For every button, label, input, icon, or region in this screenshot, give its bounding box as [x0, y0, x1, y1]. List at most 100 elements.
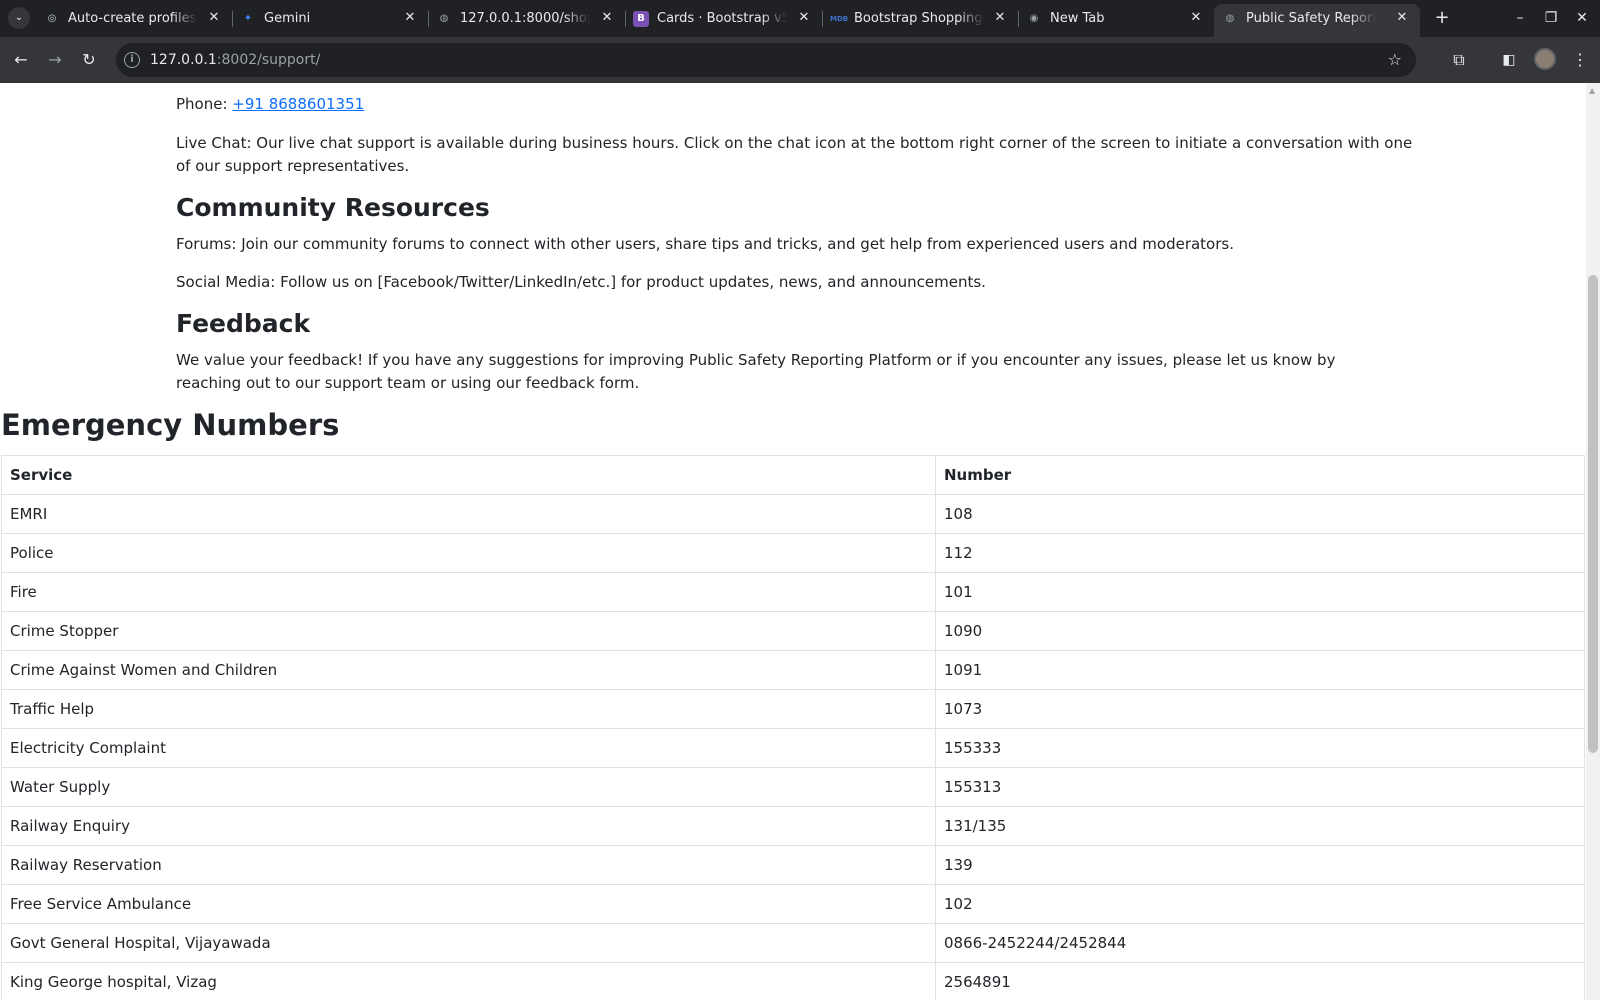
- table-row: Water Supply 155313: [1, 767, 1585, 807]
- tab-3[interactable]: B Cards · Bootstrap v5 ✕: [625, 0, 823, 37]
- number-cell: 1091: [935, 650, 1585, 690]
- service-cell: EMRI: [1, 494, 936, 534]
- tab-title: Cards · Bootstrap v5: [657, 11, 787, 26]
- tab-favicon: ◍: [439, 13, 449, 24]
- table-row: Govt General Hospital, Vijayawada 0866-24…: [1, 923, 1585, 963]
- community-heading: Community Resources: [176, 193, 490, 222]
- tab-favicon: ◎: [47, 13, 57, 24]
- tab-search-icon[interactable]: ⌄: [8, 7, 30, 29]
- table-row: Railway Enquiry 131/135: [1, 806, 1585, 846]
- feedback-heading: Feedback: [176, 309, 311, 338]
- table-row: EMRI 108: [1, 494, 1585, 534]
- table-body: EMRI 108 Police 112 Fire 101 Crime Stopper 1090…: [1, 494, 1585, 1000]
- tab-title: Public Safety Report: [1246, 11, 1376, 26]
- url-text[interactable]: 127.0.0.1:8002/support/: [150, 51, 320, 69]
- number-cell: 139: [935, 845, 1585, 885]
- table-header-row: Service Number: [1, 455, 1585, 495]
- service-cell: Crime Stopper: [1, 611, 936, 651]
- phone-label: Phone:: [176, 95, 233, 113]
- forward-arrow-icon[interactable]: →: [44, 49, 66, 71]
- extensions-icon[interactable]: ⧉: [1448, 49, 1470, 71]
- restore-icon[interactable]: ❐: [1541, 8, 1561, 28]
- tab-2[interactable]: ◍ 127.0.0.1:8000/shop ✕: [428, 0, 626, 37]
- tab-close-icon[interactable]: ✕: [796, 10, 812, 26]
- profile-avatar[interactable]: [1534, 48, 1556, 70]
- tab-5[interactable]: ◉ New Tab ✕: [1018, 0, 1214, 37]
- tab-title: Gemini: [264, 11, 311, 26]
- site-info-icon[interactable]: i: [124, 52, 140, 68]
- tab-close-icon[interactable]: ✕: [206, 10, 222, 26]
- tab-1[interactable]: ✦ Gemini ✕: [232, 0, 429, 37]
- minimize-icon[interactable]: –: [1510, 8, 1530, 28]
- address-bar[interactable]: i 127.0.0.1:8002/support/ ☆: [116, 43, 1416, 77]
- number-cell: 2564891: [935, 962, 1585, 1000]
- url-path: :8002/support/: [216, 52, 321, 68]
- service-cell: Water Supply: [1, 767, 936, 807]
- header-service: Service: [1, 455, 936, 495]
- table-row: Electricity Complaint 155333: [1, 728, 1585, 768]
- feedback-text: We value your feedback! If you have any …: [176, 351, 1336, 392]
- service-cell: Crime Against Women and Children: [1, 650, 936, 690]
- tab-favicon: MDB: [830, 15, 849, 23]
- tab-0[interactable]: ◎ Auto-create profiles ✕: [36, 0, 233, 37]
- table-row: King George hospital, Vizag 2564891: [1, 962, 1585, 1000]
- service-cell: Govt General Hospital, Vijayawada: [1, 923, 936, 963]
- table-row: Crime Against Women and Children 1091: [1, 650, 1585, 690]
- back-arrow-icon[interactable]: ←: [10, 49, 32, 71]
- tab-close-icon[interactable]: ✕: [992, 10, 1008, 26]
- forums-text: Forums: Join our community forums to con…: [176, 235, 1234, 253]
- vertical-scrollbar[interactable]: ▲: [1586, 83, 1600, 1000]
- tab-title: New Tab: [1050, 11, 1105, 26]
- number-cell: 131/135: [935, 806, 1585, 846]
- service-cell: Police: [1, 533, 936, 573]
- number-cell: 108: [935, 494, 1585, 534]
- side-panel-icon[interactable]: ◧: [1498, 49, 1520, 71]
- tab-close-icon[interactable]: ✕: [599, 10, 615, 26]
- tab-close-icon[interactable]: ✕: [1394, 10, 1410, 26]
- table-row: Free Service Ambulance 102: [1, 884, 1585, 924]
- bookmark-star-icon[interactable]: ☆: [1388, 49, 1402, 71]
- emergency-title: Emergency Numbers: [1, 408, 340, 442]
- service-cell: King George hospital, Vizag: [1, 962, 936, 1000]
- number-cell: 102: [935, 884, 1585, 924]
- browser-toolbar: ← → ↻ i 127.0.0.1:8002/support/ ☆ ⧉ ◧ ⋮: [0, 37, 1600, 83]
- emergency-table: Service Number EMRI 108 Police 112 Fire 101 Cr…: [1, 455, 1585, 1000]
- tab-favicon: ◍: [1225, 13, 1235, 24]
- tab-close-icon[interactable]: ✕: [402, 10, 418, 26]
- scroll-thumb[interactable]: [1588, 275, 1598, 753]
- tab-4[interactable]: MDB Bootstrap Shopping ✕: [822, 0, 1019, 37]
- table-row: Crime Stopper 1090: [1, 611, 1585, 651]
- service-cell: Free Service Ambulance: [1, 884, 936, 924]
- number-cell: 155333: [935, 728, 1585, 768]
- tab-title: Auto-create profiles: [68, 11, 197, 26]
- tab-favicon: ◉: [1029, 13, 1039, 24]
- number-cell: 101: [935, 572, 1585, 612]
- page-viewport: Phone: +91 8688601351 Live Chat: Our liv…: [0, 83, 1586, 1000]
- table-row: Traffic Help 1073: [1, 689, 1585, 729]
- table-row: Police 112: [1, 533, 1585, 573]
- tab-6[interactable]: ◍ Public Safety Report ✕: [1214, 4, 1420, 37]
- service-cell: Fire: [1, 572, 936, 612]
- close-window-icon[interactable]: ✕: [1572, 8, 1592, 28]
- header-number: Number: [935, 455, 1585, 495]
- phone-line: Phone: +91 8688601351: [176, 93, 364, 116]
- menu-dots-icon[interactable]: ⋮: [1569, 49, 1591, 71]
- number-cell: 155313: [935, 767, 1585, 807]
- service-cell: Railway Reservation: [1, 845, 936, 885]
- social-text: Social Media: Follow us on [Facebook/Twi…: [176, 273, 986, 291]
- number-cell: 1090: [935, 611, 1585, 651]
- scroll-up-arrow-icon[interactable]: ▲: [1589, 86, 1595, 95]
- tab-close-icon[interactable]: ✕: [1188, 10, 1204, 26]
- phone-link[interactable]: +91 8688601351: [232, 95, 364, 113]
- service-cell: Railway Enquiry: [1, 806, 936, 846]
- tab-title: 127.0.0.1:8000/shop: [460, 11, 590, 26]
- service-cell: Traffic Help: [1, 689, 936, 729]
- number-cell: 0866-2452244/2452844: [935, 923, 1585, 963]
- tab-strip: ⌄ ◎ Auto-create profiles ✕ ✦ Gemini ✕ ◍ 127.0.0…: [0, 0, 1600, 37]
- tab-favicon: B: [633, 11, 649, 27]
- new-tab-icon[interactable]: +: [1432, 8, 1452, 28]
- reload-icon[interactable]: ↻: [78, 49, 100, 71]
- url-host: 127.0.0.1: [150, 52, 217, 68]
- number-cell: 1073: [935, 689, 1585, 729]
- tab-title: Bootstrap Shopping: [854, 11, 983, 26]
